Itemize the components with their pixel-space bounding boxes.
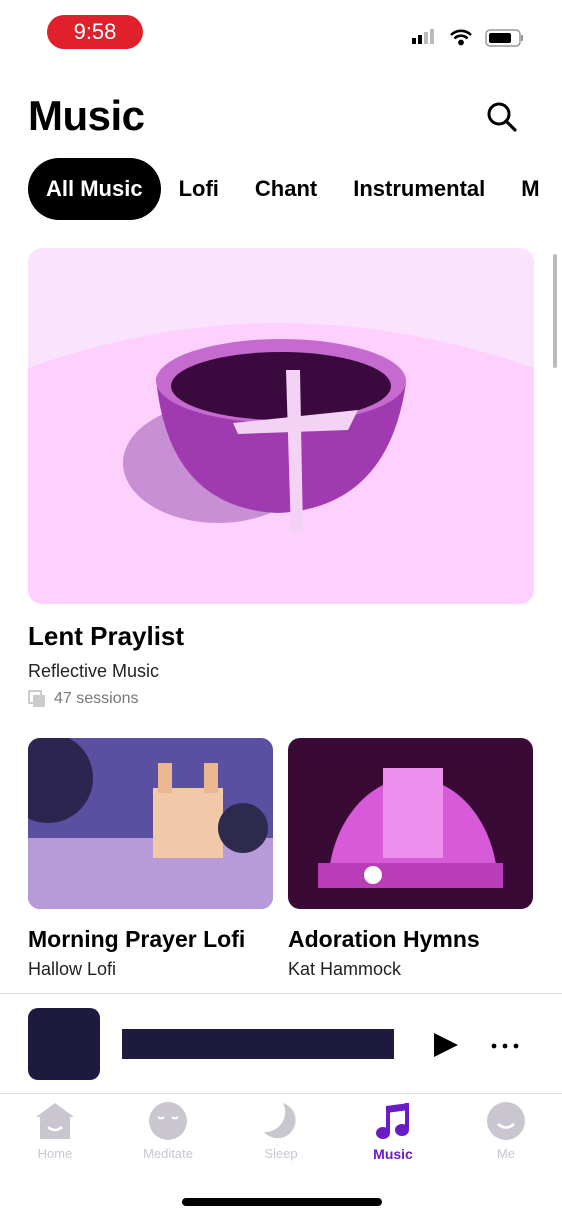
play-icon[interactable] bbox=[433, 1032, 459, 1063]
battery-icon bbox=[485, 29, 523, 47]
search-icon[interactable] bbox=[486, 101, 518, 138]
music-note-icon bbox=[376, 1103, 409, 1139]
filter-all-music[interactable]: All Music bbox=[28, 158, 161, 220]
scrollbar[interactable] bbox=[553, 254, 557, 368]
tab-label: Me bbox=[496, 1146, 516, 1161]
tab-label: Sleep bbox=[264, 1146, 298, 1161]
profile-icon bbox=[487, 1102, 525, 1140]
tab-label: Music bbox=[373, 1146, 413, 1162]
ash-bowl-illustration bbox=[28, 323, 534, 604]
status-icons bbox=[410, 28, 525, 53]
moon-icon bbox=[264, 1103, 296, 1139]
featured-title[interactable]: Lent Praylist bbox=[28, 621, 184, 652]
card-title[interactable]: Adoration Hymns bbox=[288, 926, 480, 953]
tab-label: Home bbox=[37, 1146, 73, 1161]
featured-artwork[interactable] bbox=[28, 248, 534, 604]
tab-meditate[interactable]: Meditate bbox=[118, 1102, 218, 1161]
tab-home[interactable]: Home bbox=[5, 1102, 105, 1161]
tab-label: Meditate bbox=[143, 1146, 193, 1161]
home-indicator bbox=[182, 1198, 382, 1206]
meditate-icon bbox=[149, 1102, 187, 1140]
tab-me[interactable]: Me bbox=[456, 1102, 556, 1161]
more-options-icon[interactable] bbox=[490, 1038, 520, 1056]
filter-chips: All Music Lofi Chant Instrumental M bbox=[28, 158, 558, 220]
mini-player[interactable] bbox=[0, 993, 562, 1094]
tab-music[interactable]: Music bbox=[343, 1102, 443, 1162]
sessions-icon bbox=[28, 690, 45, 707]
card-subtitle: Hallow Lofi bbox=[28, 959, 117, 979]
home-icon bbox=[36, 1103, 74, 1139]
tab-sleep[interactable]: Sleep bbox=[231, 1102, 331, 1161]
card-artwork-morning-prayer[interactable] bbox=[28, 738, 273, 909]
wifi-icon bbox=[450, 29, 472, 46]
filter-instrumental[interactable]: Instrumental bbox=[335, 158, 503, 220]
status-time: 9:58 bbox=[47, 15, 143, 49]
card-subtitle: Kat Hammock bbox=[288, 959, 402, 979]
card-artwork-adoration[interactable] bbox=[288, 738, 533, 909]
filter-chant[interactable]: Chant bbox=[237, 158, 335, 220]
filter-lofi[interactable]: Lofi bbox=[161, 158, 237, 220]
player-artwork bbox=[28, 1008, 100, 1080]
featured-subtitle: Reflective Music bbox=[28, 661, 160, 681]
featured-sessions: 47 sessions bbox=[28, 690, 139, 708]
card-title[interactable]: Morning Prayer Lofi bbox=[28, 926, 245, 953]
sessions-count: 47 sessions bbox=[54, 690, 139, 707]
signal-icon bbox=[412, 29, 434, 44]
player-track-title bbox=[122, 1029, 394, 1059]
filter-more[interactable]: M bbox=[503, 158, 557, 220]
page-title: Music bbox=[28, 92, 145, 139]
